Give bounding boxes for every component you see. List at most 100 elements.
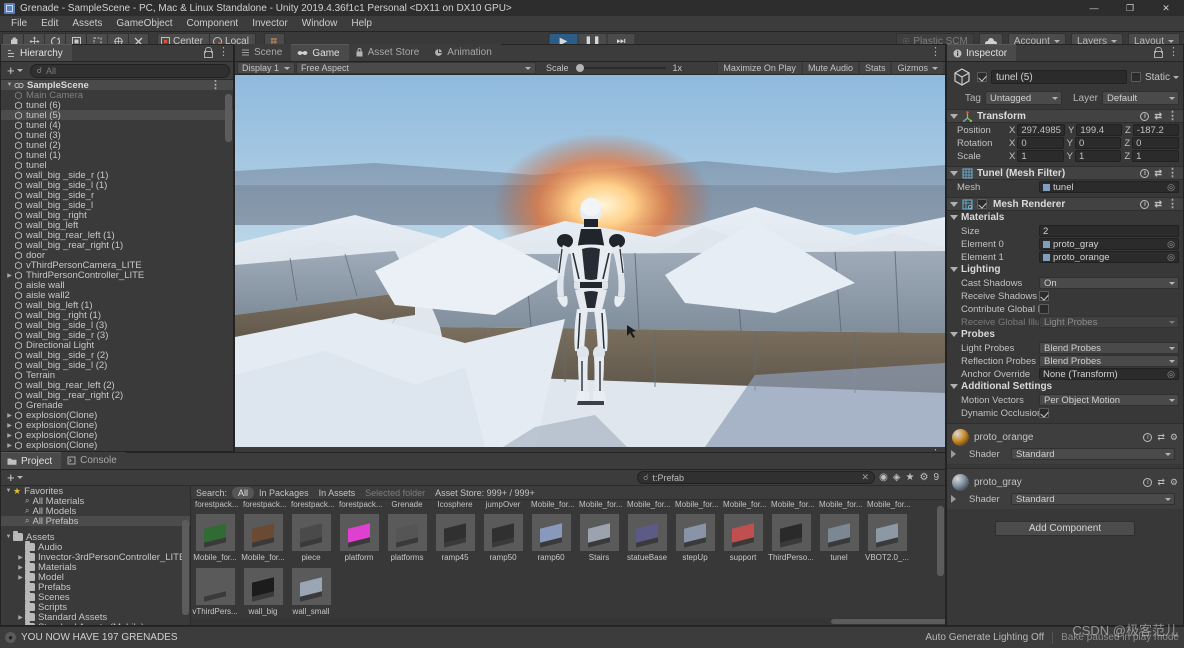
static-checkbox[interactable] (1130, 72, 1141, 82)
project-tree-item[interactable]: ⌕ All Materials (1, 496, 190, 507)
cast-shadows-dropdown[interactable]: On (1039, 277, 1179, 289)
asset-grid-item[interactable]: support (723, 514, 763, 562)
lock-icon[interactable] (203, 47, 213, 58)
material-header[interactable]: proto_orange i ⇄ ⚙ (947, 427, 1183, 447)
kebab-menu-icon[interactable]: ⋮ (1167, 168, 1178, 179)
chevron-icon[interactable]: ▶ (16, 624, 25, 626)
chevron-down-icon[interactable] (950, 332, 958, 337)
hierarchy-item[interactable]: tunel (5) (1, 110, 233, 121)
scope-in-assets-button[interactable]: In Assets (314, 488, 361, 498)
dynamic-occlusion-checkbox[interactable] (1039, 408, 1049, 418)
shader-dropdown[interactable]: Standard (1011, 448, 1175, 460)
gear-icon[interactable]: ⚙ (1170, 477, 1178, 488)
asset-grid-item[interactable]: piece (291, 514, 331, 562)
scope-selected-folder-button[interactable]: Selected folder (360, 488, 430, 498)
hierarchy-item[interactable]: vThirdPersonCamera_LITE (1, 260, 233, 271)
chevron-right-icon[interactable]: ▶ (5, 442, 14, 449)
transform-z-field[interactable]: -187.2 (1132, 124, 1179, 136)
slider-track[interactable] (575, 64, 666, 72)
asset-grid-item[interactable]: vThirdPers... (192, 568, 238, 616)
gameobject-name-field[interactable]: tunel (5) (991, 70, 1127, 84)
asset-grid-item[interactable]: ThirdPerso... (768, 514, 814, 562)
mesh-renderer-component-header[interactable]: Mesh Renderer i ⇄ ⋮ (947, 197, 1183, 211)
mesh-renderer-enabled-checkbox[interactable] (977, 199, 987, 209)
tab-asset-store[interactable]: Asset Store (348, 44, 429, 61)
scrollbar-thumb[interactable] (937, 506, 944, 576)
asset-store-count-label[interactable]: Asset Store: 999+ / 999+ (430, 488, 540, 498)
chevron-down-icon[interactable] (950, 201, 958, 207)
gizmos-dropdown[interactable]: Gizmos (891, 62, 943, 74)
object-picker-icon[interactable]: ◎ (1167, 239, 1175, 249)
kebab-menu-icon[interactable]: ⋮ (1168, 47, 1179, 58)
hierarchy-item[interactable]: wall_big_rear_left (1) (1, 230, 233, 241)
transform-x-field[interactable]: 297.4985 (1017, 124, 1065, 136)
hierarchy-item[interactable]: wall_big_rear_left (2) (1, 380, 233, 391)
chevron-icon[interactable]: ▶ (16, 554, 25, 561)
tree-scrollbar[interactable] (182, 486, 189, 623)
scrollbar-thumb[interactable] (831, 619, 945, 624)
hierarchy-item[interactable]: tunel (2) (1, 140, 233, 151)
asset-grid-item[interactable]: stepUp (675, 514, 715, 562)
project-tree-item[interactable]: ▼ ★ Favorites (1, 486, 190, 497)
chevron-down-icon[interactable] (950, 170, 958, 176)
preset-icon[interactable]: ⇄ (1154, 111, 1162, 122)
asset-grid-item[interactable]: ramp50 (483, 514, 523, 562)
asset-grid-item[interactable]: wall_big (243, 568, 283, 616)
menu-window[interactable]: Window (295, 16, 345, 32)
menu-assets[interactable]: Assets (65, 16, 109, 32)
asset-grid-item[interactable]: statueBase (627, 514, 667, 562)
element1-object-field[interactable]: proto_orange ◎ (1039, 251, 1179, 263)
tab-scene[interactable]: Scene (235, 44, 292, 61)
hierarchy-item[interactable]: wall_big _side_r (1) (1, 170, 233, 181)
materials-section-header[interactable]: Materials (947, 211, 1183, 224)
object-picker-icon[interactable]: ◎ (1167, 369, 1175, 379)
hierarchy-item[interactable]: wall_big _side_r (2) (1, 350, 233, 361)
hierarchy-item[interactable]: wall_big _side_r (3) (1, 330, 233, 341)
additional-settings-header[interactable]: Additional Settings (947, 380, 1183, 393)
transform-component-header[interactable]: Transform i ⇄ ⋮ (947, 109, 1183, 123)
maximize-button[interactable]: ❐ (1112, 0, 1148, 16)
tab-project[interactable]: Project (1, 452, 62, 469)
gear-icon[interactable]: ⚙ (1170, 432, 1178, 443)
menu-help[interactable]: Help (344, 16, 379, 32)
help-icon[interactable]: i (1140, 111, 1150, 121)
transform-x-field[interactable]: 0 (1017, 137, 1064, 149)
preset-icon[interactable]: ⇄ (1154, 168, 1162, 179)
tab-game[interactable]: Game (291, 44, 349, 61)
probes-section-header[interactable]: Probes (947, 328, 1183, 341)
chevron-right-icon[interactable] (951, 450, 959, 458)
project-asset-grid[interactable]: Search: All In Packages In Assets Select… (191, 486, 945, 625)
hierarchy-list[interactable]: ▼ SampleScene ⋮ Main Camera tunel (6) tune… (1, 80, 233, 451)
lock-icon[interactable] (1153, 47, 1163, 58)
motion-vectors-dropdown[interactable]: Per Object Motion (1039, 394, 1179, 406)
project-folder-tree[interactable]: ▼ ★ Favorites ⌕ All Materials ⌕ All Models ⌕ All… (1, 486, 191, 625)
minimize-button[interactable]: — (1076, 0, 1112, 16)
asset-grid-item[interactable]: platforms (387, 514, 427, 562)
slider-knob[interactable] (575, 64, 584, 72)
add-component-button[interactable]: Add Component (995, 521, 1135, 536)
hierarchy-item[interactable]: ▶explosion(Clone) (1, 430, 233, 441)
kebab-menu-icon[interactable]: ⋮ (210, 80, 221, 91)
clear-search-icon[interactable]: ✕ (862, 472, 870, 483)
tab-hierarchy[interactable]: Hierarchy (1, 44, 72, 61)
asset-grid-item[interactable]: VBOT2.0_... (865, 514, 909, 562)
transform-y-field[interactable]: 199.4 (1076, 124, 1122, 136)
transform-x-field[interactable]: 1 (1017, 150, 1064, 162)
hierarchy-item[interactable]: wall_big_left (1) (1, 300, 233, 311)
gameobject-active-checkbox[interactable] (977, 72, 987, 82)
scale-slider[interactable]: Scale 1x (537, 63, 686, 73)
hierarchy-item[interactable]: tunel (1, 160, 233, 171)
project-tree-item[interactable]: ⌕ All Prefabs (1, 516, 190, 527)
scope-in-packages-button[interactable]: In Packages (254, 488, 314, 498)
asset-grid-item[interactable]: ramp60 (531, 514, 571, 562)
material-header[interactable]: proto_gray i ⇄ ⚙ (947, 472, 1183, 492)
hierarchy-item[interactable]: wall_big _side_r (1, 190, 233, 201)
transform-z-field[interactable]: 0 (1132, 137, 1180, 149)
help-icon[interactable]: i (1140, 168, 1150, 178)
hierarchy-item[interactable]: wall_big _side_l (3) (1, 320, 233, 331)
hierarchy-scene-row[interactable]: ▼ SampleScene ⋮ (1, 80, 233, 91)
asset-grid-item[interactable]: Mobile_for... (193, 514, 237, 562)
hierarchy-item[interactable]: wall_big _side_l (1) (1, 180, 233, 191)
preset-icon[interactable]: ⇄ (1157, 477, 1165, 488)
hierarchy-item[interactable]: ▶explosion(Clone) (1, 420, 233, 431)
